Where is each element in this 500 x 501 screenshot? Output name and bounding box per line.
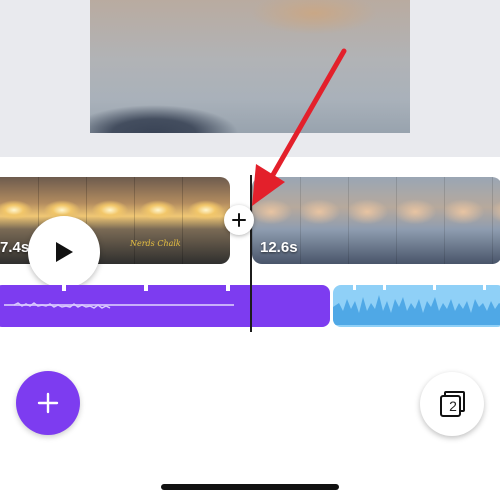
home-indicator[interactable]: [161, 484, 339, 490]
pages-count: 2: [449, 398, 457, 414]
pages-button[interactable]: 2: [420, 372, 484, 436]
plus-icon: [37, 392, 59, 414]
add-button[interactable]: [16, 371, 80, 435]
